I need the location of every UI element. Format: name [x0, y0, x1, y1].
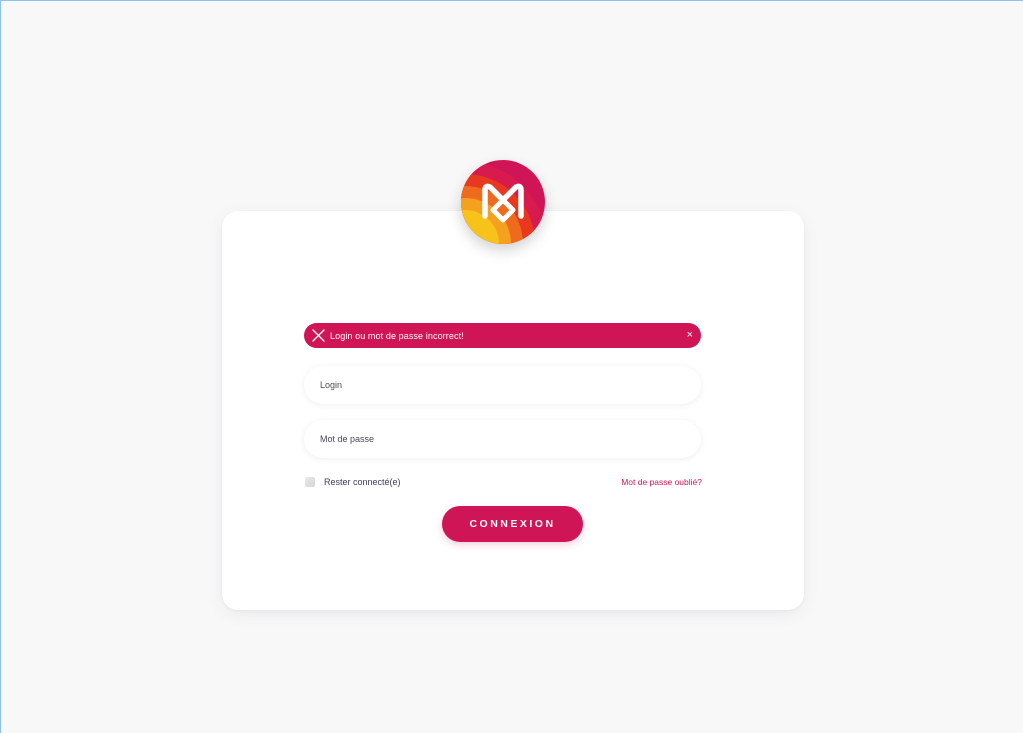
close-x-icon — [312, 329, 325, 342]
remember-me[interactable]: Rester connecté(e) — [305, 477, 401, 487]
login-card: Login ou mot de passe incorrect! × Reste… — [222, 211, 804, 610]
error-message: Login ou mot de passe incorrect! — [330, 330, 464, 341]
m-heart-logo-icon — [461, 160, 545, 244]
forgot-password-link[interactable]: Mot de passe oublié? — [621, 477, 702, 487]
remember-me-checkbox[interactable] — [305, 477, 315, 487]
dismiss-alert-button[interactable]: × — [687, 328, 693, 342]
password-field — [304, 420, 701, 458]
remember-me-label: Rester connecté(e) — [324, 477, 401, 487]
error-alert: Login ou mot de passe incorrect! × — [304, 323, 701, 348]
brand-logo — [461, 160, 545, 244]
password-input[interactable] — [318, 433, 701, 445]
connexion-button[interactable]: CONNEXION — [442, 506, 583, 542]
login-field — [304, 366, 701, 404]
login-input[interactable] — [318, 379, 701, 391]
